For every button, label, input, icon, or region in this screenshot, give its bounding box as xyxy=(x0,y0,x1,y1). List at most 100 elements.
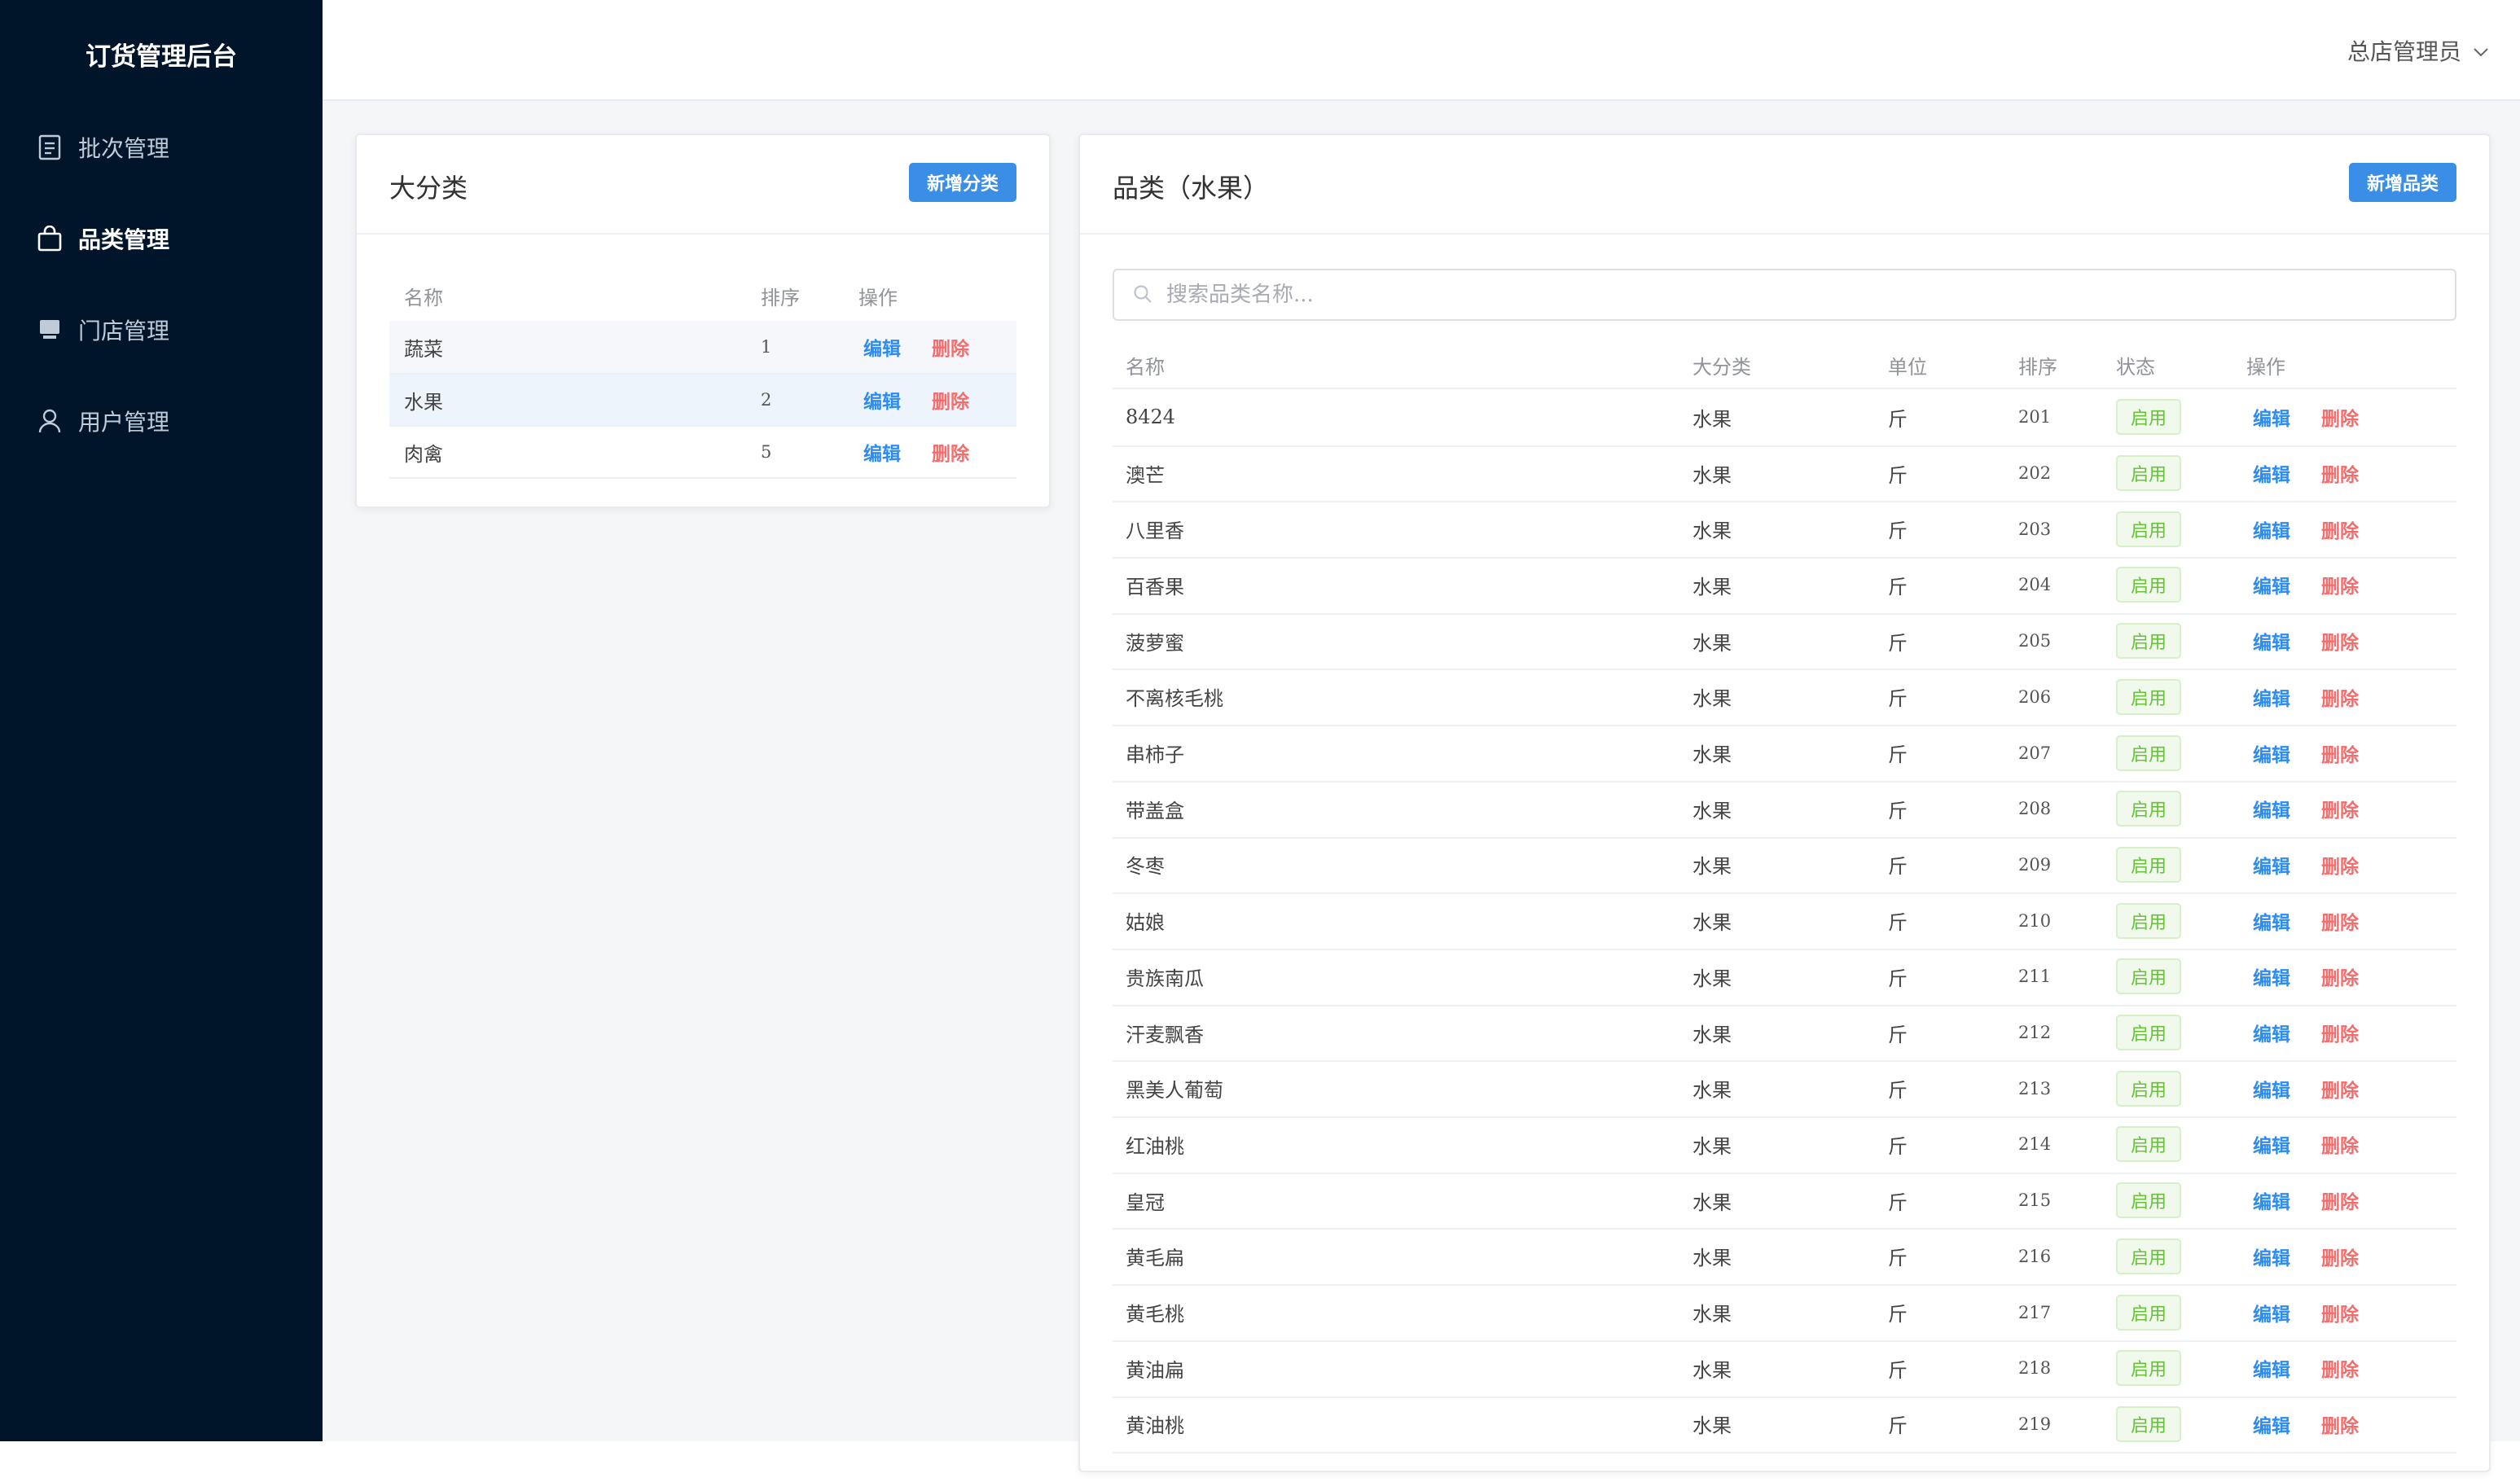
delete-link[interactable]: 删除 xyxy=(2321,389,2359,445)
delete-link[interactable]: 删除 xyxy=(2321,781,2359,837)
table-row[interactable]: 黑美人葡萄 水果 斤 213 启用 编辑 删除 xyxy=(1113,1060,2456,1119)
table-row[interactable]: 8424 水果 斤 201 启用 编辑 删除 xyxy=(1113,389,2456,447)
edit-link[interactable]: 编辑 xyxy=(2253,613,2290,669)
edit-link[interactable]: 编辑 xyxy=(2253,1116,2290,1173)
store-icon xyxy=(36,316,64,344)
table-row[interactable]: 冬枣 水果 斤 209 启用 编辑 删除 xyxy=(1113,837,2456,895)
category-table: 名称 排序 操作 蔬菜 1 编辑 删除 水果 2 编辑 删除 肉禽 5 编辑 删… xyxy=(389,270,1016,479)
table-row[interactable]: 黄毛扁 水果 斤 216 启用 编辑 删除 xyxy=(1113,1229,2456,1287)
edit-link[interactable]: 编辑 xyxy=(2253,557,2290,613)
delete-link[interactable]: 删除 xyxy=(2321,1005,2359,1061)
edit-link[interactable]: 编辑 xyxy=(863,375,901,425)
edit-link[interactable]: 编辑 xyxy=(2253,781,2290,837)
edit-link[interactable]: 编辑 xyxy=(2253,1005,2290,1061)
table-row[interactable]: 红油桃 水果 斤 214 启用 编辑 删除 xyxy=(1113,1116,2456,1174)
delete-link[interactable]: 删除 xyxy=(2321,1340,2359,1396)
table-row[interactable]: 百香果 水果 斤 204 启用 编辑 删除 xyxy=(1113,557,2456,615)
delete-link[interactable]: 删除 xyxy=(2321,1284,2359,1340)
item-card: 品类（水果） 新增品类 名称 大分类 单位 排序 状态 操作 8424水果斤20… xyxy=(1078,134,2491,1472)
table-row[interactable]: 带盖盒 水果 斤 208 启用 编辑 删除 xyxy=(1113,781,2456,839)
edit-link[interactable]: 编辑 xyxy=(2253,501,2290,557)
search-input[interactable] xyxy=(1114,270,2455,320)
category-row[interactable]: 蔬菜 1 编辑 删除 xyxy=(389,321,1016,375)
edit-link[interactable]: 编辑 xyxy=(2253,1173,2290,1229)
table-row[interactable]: 黄油扁 水果 斤 218 启用 编辑 删除 xyxy=(1113,1340,2456,1398)
delete-link[interactable]: 删除 xyxy=(932,375,969,425)
edit-link[interactable]: 编辑 xyxy=(863,321,901,373)
menu-item-category[interactable]: 品类管理 xyxy=(0,202,323,275)
edit-link[interactable]: 编辑 xyxy=(2253,892,2290,949)
user-menu[interactable]: 总店管理员 xyxy=(2347,34,2491,67)
sidebar: 订货管理后台 批次管理 品类管理 门店管理 用户管理 xyxy=(0,0,323,1441)
item-category: 水果 xyxy=(1692,967,1732,990)
table-row[interactable]: 姑娘 水果 斤 210 启用 编辑 删除 xyxy=(1113,892,2456,950)
delete-link[interactable]: 删除 xyxy=(2321,1116,2359,1173)
delete-link[interactable]: 删除 xyxy=(2321,725,2359,781)
menu-item-batch[interactable]: 批次管理 xyxy=(0,111,323,184)
item-name: 澳芒 xyxy=(1126,463,1165,487)
delete-link[interactable]: 删除 xyxy=(2321,892,2359,949)
col-header-status: 状态 xyxy=(2116,355,2155,379)
item-name: 带盖盒 xyxy=(1126,799,1184,822)
edit-link[interactable]: 编辑 xyxy=(2253,1229,2290,1285)
edit-link[interactable]: 编辑 xyxy=(2253,445,2290,502)
item-table: 名称 大分类 单位 排序 状态 操作 8424 水果斤 201 启用 编辑 删除 澳芒 水果斤… xyxy=(1113,342,2456,1482)
edit-link[interactable]: 编辑 xyxy=(2253,1396,2290,1453)
user-icon xyxy=(36,407,64,435)
search-field[interactable] xyxy=(1113,269,2456,321)
delete-link[interactable]: 删除 xyxy=(2321,837,2359,893)
item-name: 冬枣 xyxy=(1126,855,1165,879)
delete-link[interactable]: 删除 xyxy=(932,427,969,477)
edit-link[interactable]: 编辑 xyxy=(2253,389,2290,445)
edit-link[interactable]: 编辑 xyxy=(2253,669,2290,726)
delete-link[interactable]: 删除 xyxy=(2321,1173,2359,1229)
item-name: 黄油桃 xyxy=(1126,1414,1184,1438)
delete-link[interactable]: 删除 xyxy=(2321,1229,2359,1285)
item-order: 201 xyxy=(2018,407,2052,428)
add-item-button[interactable]: 新增品类 xyxy=(2348,163,2456,202)
item-order: 207 xyxy=(2018,743,2052,763)
delete-link[interactable]: 删除 xyxy=(2321,501,2359,557)
edit-link[interactable]: 编辑 xyxy=(2253,1060,2290,1116)
table-row[interactable]: 串柿子 水果 斤 207 启用 编辑 删除 xyxy=(1113,725,2456,783)
category-row[interactable]: 肉禽 5 编辑 删除 xyxy=(389,427,1016,479)
delete-link[interactable]: 删除 xyxy=(2321,613,2359,669)
item-order: 219 xyxy=(2018,1414,2052,1434)
table-row[interactable]: 汗麦飘香 水果 斤 212 启用 编辑 删除 xyxy=(1113,1005,2456,1063)
edit-link[interactable]: 编辑 xyxy=(863,427,901,477)
edit-link[interactable]: 编辑 xyxy=(2253,1284,2290,1340)
add-category-button[interactable]: 新增分类 xyxy=(908,163,1016,202)
table-row[interactable]: 菠萝蜜 水果 斤 205 启用 编辑 删除 xyxy=(1113,613,2456,671)
table-row[interactable]: 澳芒 水果 斤 202 启用 编辑 删除 xyxy=(1113,445,2456,503)
item-order: 218 xyxy=(2018,1358,2052,1379)
menu-item-user[interactable]: 用户管理 xyxy=(0,384,323,458)
category-row-selected[interactable]: 水果 2 编辑 删除 xyxy=(389,375,1016,427)
edit-link[interactable]: 编辑 xyxy=(2253,949,2290,1005)
edit-link[interactable]: 编辑 xyxy=(2253,1340,2290,1396)
status-cell: 启用 xyxy=(2116,389,2182,445)
edit-link[interactable]: 编辑 xyxy=(2253,837,2290,893)
status-cell: 启用 xyxy=(2116,781,2182,837)
delete-link[interactable]: 删除 xyxy=(2321,949,2359,1005)
delete-link[interactable]: 删除 xyxy=(2321,669,2359,726)
table-row[interactable]: 八里香 水果 斤 203 启用 编辑 删除 xyxy=(1113,501,2456,559)
menu-label: 批次管理 xyxy=(78,135,170,162)
table-row[interactable]: 皇冠 水果 斤 215 启用 编辑 删除 xyxy=(1113,1173,2456,1230)
table-row[interactable]: 黄毛桃 水果 斤 217 启用 编辑 删除 xyxy=(1113,1284,2456,1342)
item-unit: 斤 xyxy=(1888,855,1908,879)
delete-link[interactable]: 删除 xyxy=(2321,445,2359,502)
table-row[interactable]: 贵族南瓜 水果 斤 211 启用 编辑 删除 xyxy=(1113,949,2456,1006)
status-cell: 启用 xyxy=(2116,1005,2182,1061)
delete-link[interactable]: 删除 xyxy=(2321,557,2359,613)
edit-link[interactable]: 编辑 xyxy=(2253,725,2290,781)
item-unit: 斤 xyxy=(1888,743,1908,767)
item-name: 百香果 xyxy=(1126,575,1184,598)
table-row[interactable]: 不离核毛桃 水果 斤 206 启用 编辑 删除 xyxy=(1113,669,2456,727)
delete-link[interactable]: 删除 xyxy=(932,321,969,373)
col-header-name: 名称 xyxy=(404,286,443,309)
delete-link[interactable]: 删除 xyxy=(2321,1060,2359,1116)
menu-item-store[interactable]: 门店管理 xyxy=(0,293,323,366)
table-row[interactable]: 黄油桃 水果 斤 219 启用 编辑 删除 xyxy=(1113,1396,2456,1454)
delete-link[interactable]: 删除 xyxy=(2321,1396,2359,1453)
item-unit: 斤 xyxy=(1888,407,1908,431)
